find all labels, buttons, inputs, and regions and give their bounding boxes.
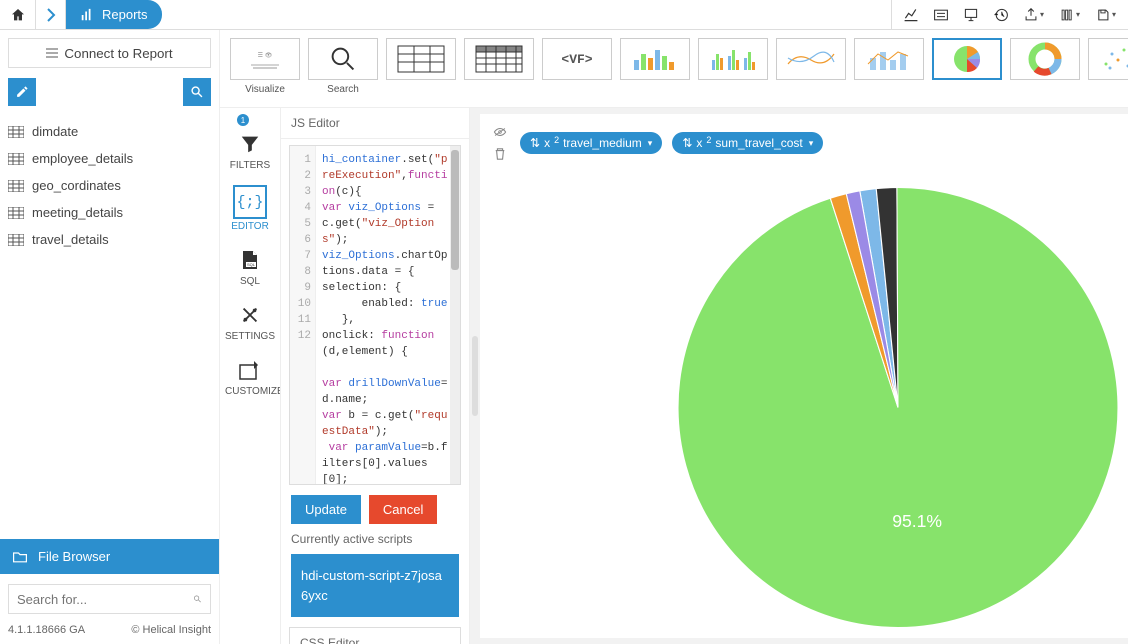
table-icon: [8, 207, 24, 219]
search-input[interactable]: [17, 592, 193, 607]
viz-donut[interactable]: [1010, 38, 1080, 80]
chip-sum-travel-cost[interactable]: ⇅x2sum_travel_cost▾: [672, 132, 823, 154]
topbar-actions: ▾ ▾ ▾: [891, 0, 1128, 29]
table-icon: [8, 180, 24, 192]
viz-grouped-bar[interactable]: [698, 38, 768, 80]
editor-nav: 1 FILTERS {;} EDITOR SQL SQL SETTINGS: [220, 108, 280, 644]
viz-crosstab[interactable]: [464, 38, 534, 80]
active-script-card[interactable]: hdi-custom-script-z7josa6yxc: [291, 554, 459, 617]
code-gutter: 123456789101112: [290, 146, 316, 484]
datasource-list: dimdate employee_details geo_cordinates …: [8, 118, 211, 253]
sidebar-item-travel-details[interactable]: travel_details: [8, 226, 211, 253]
chip-travel-medium[interactable]: ⇅x2travel_medium▾: [520, 132, 662, 154]
code-content[interactable]: hi_container.set("preExecution",function…: [316, 146, 450, 484]
trash-icon[interactable]: [490, 146, 510, 162]
css-editor-title: CSS Editor: [289, 627, 461, 644]
visualize-tile[interactable]: ☰ 👁 Visualize: [230, 38, 300, 95]
home-button[interactable]: [0, 0, 36, 29]
js-editor-title: JS Editor: [281, 108, 469, 139]
workarea: ☰ 👁 Visualize Search <VF> 1: [220, 30, 1128, 644]
code-editor[interactable]: 123456789101112 hi_container.set("preExe…: [289, 145, 461, 485]
viz-area-bar[interactable]: [854, 38, 924, 80]
update-button[interactable]: Update: [291, 495, 361, 524]
search-tile[interactable]: Search: [308, 38, 378, 95]
sidebar-item-geo-cordinates[interactable]: geo_cordinates: [8, 172, 211, 199]
folder-icon: [12, 550, 28, 564]
svg-text:☰ 👁: ☰ 👁: [258, 52, 273, 59]
sidebar: Connect to Report dimdate employee_detai…: [0, 30, 220, 644]
sidebar-item-meeting-details[interactable]: meeting_details: [8, 199, 211, 226]
search-input-wrap[interactable]: [8, 584, 211, 614]
filters-nav[interactable]: 1 FILTERS: [225, 114, 275, 175]
table-icon: [8, 153, 24, 165]
topbar: Reports ▾ ▾ ▾: [0, 0, 1128, 30]
viz-pie[interactable]: [932, 38, 1002, 80]
chart-area: ⇅x2travel_medium▾ ⇅x2sum_travel_cost▾ 95…: [480, 114, 1128, 638]
search-icon: [193, 592, 202, 606]
pie-slice-label: 95.1%: [892, 511, 942, 531]
copyright-label: © Helical Insight: [131, 624, 211, 636]
pie-chart[interactable]: 95.1%: [480, 164, 1128, 638]
sidebar-item-dimdate[interactable]: dimdate: [8, 118, 211, 145]
cache-icon[interactable]: [926, 1, 956, 29]
export-button[interactable]: ▾: [1016, 1, 1052, 29]
customize-nav[interactable]: CUSTOMIZE: [225, 352, 275, 401]
list-icon: [46, 48, 58, 58]
save-button[interactable]: ▾: [1088, 1, 1124, 29]
sidebar-item-employee-details[interactable]: employee_details: [8, 145, 211, 172]
viz-toolbar: ☰ 👁 Visualize Search <VF>: [220, 30, 1128, 108]
settings-nav[interactable]: SETTINGS: [225, 297, 275, 346]
columns-button[interactable]: ▾: [1052, 1, 1088, 29]
viz-line[interactable]: [776, 38, 846, 80]
pie-svg: 95.1%: [480, 164, 1128, 638]
svg-text:SQL: SQL: [247, 262, 256, 267]
viz-table[interactable]: [386, 38, 456, 80]
code-scrollbar[interactable]: [450, 146, 460, 484]
breadcrumb-reports[interactable]: Reports: [66, 0, 162, 29]
connect-to-report-button[interactable]: Connect to Report: [8, 38, 211, 68]
file-browser-label: File Browser: [38, 549, 110, 564]
breadcrumb-chevron: [36, 0, 66, 29]
connect-label: Connect to Report: [64, 46, 172, 61]
filters-badge: 1: [237, 114, 249, 126]
file-browser-button[interactable]: File Browser: [0, 539, 219, 574]
version-label: 4.1.1.18666 GA: [8, 624, 85, 636]
hide-icon[interactable]: [490, 124, 510, 140]
sidebar-item-label: dimdate: [32, 124, 78, 139]
chart-icon: [80, 8, 94, 22]
viz-vf[interactable]: <VF>: [542, 38, 612, 80]
viz-scatter[interactable]: [1088, 38, 1128, 80]
sql-nav[interactable]: SQL SQL: [225, 242, 275, 291]
chart-line-icon[interactable]: [896, 1, 926, 29]
sidebar-item-label: meeting_details: [32, 205, 123, 220]
breadcrumb-reports-label: Reports: [102, 7, 148, 22]
editor-panel: JS Editor 123456789101112 hi_container.s…: [280, 108, 470, 644]
table-icon: [8, 126, 24, 138]
cancel-button[interactable]: Cancel: [369, 495, 437, 524]
presentation-icon[interactable]: [956, 1, 986, 29]
editor-nav-item[interactable]: {;} EDITOR: [225, 181, 275, 236]
active-scripts-label: Currently active scripts: [281, 524, 469, 546]
history-icon[interactable]: [986, 1, 1016, 29]
table-icon: [8, 234, 24, 246]
splitter[interactable]: [470, 108, 480, 644]
search-button[interactable]: [183, 78, 211, 106]
sidebar-item-label: employee_details: [32, 151, 133, 166]
sidebar-item-label: geo_cordinates: [32, 178, 121, 193]
chips-row: ⇅x2travel_medium▾ ⇅x2sum_travel_cost▾: [480, 114, 1128, 164]
viz-bar[interactable]: [620, 38, 690, 80]
edit-button[interactable]: [8, 78, 36, 106]
sidebar-item-label: travel_details: [32, 232, 109, 247]
